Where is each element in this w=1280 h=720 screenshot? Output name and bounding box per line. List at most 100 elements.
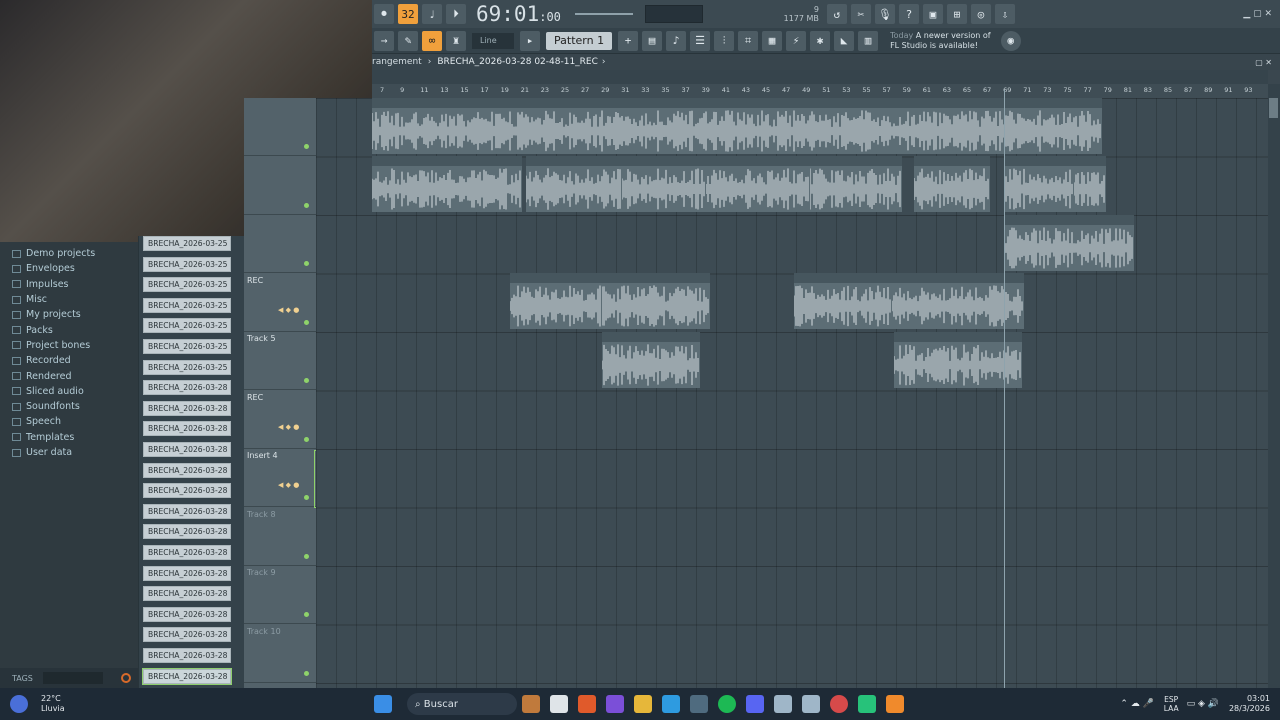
record-mode-icon[interactable]: ⏺ bbox=[374, 4, 394, 24]
horizontal-scroll[interactable] bbox=[372, 70, 1268, 84]
track-led[interactable] bbox=[304, 670, 309, 676]
track-led[interactable] bbox=[304, 144, 309, 149]
track-led[interactable] bbox=[304, 436, 309, 442]
browser-item[interactable]: Templates bbox=[0, 430, 138, 445]
save-icon[interactable]: ▣ bbox=[922, 4, 943, 24]
whatsapp-icon[interactable] bbox=[858, 695, 876, 713]
spotify-icon[interactable] bbox=[718, 695, 736, 713]
search-icon[interactable] bbox=[120, 673, 131, 683]
playlist-grid[interactable]: 26-03-19 01-48-34_REC 26-03-19 01-54-48_R… bbox=[316, 98, 1268, 688]
song-position[interactable]: 69:01:00 bbox=[476, 2, 561, 26]
playlist-window-controls[interactable]: ▢ ✕ bbox=[1255, 58, 1272, 67]
file-explorer-icon[interactable] bbox=[634, 695, 652, 713]
track-header[interactable]: Insert 4 ◀ ◆ ● bbox=[244, 449, 316, 507]
tools-icon[interactable]: ✱ bbox=[810, 30, 831, 51]
picker-clip[interactable]: BRECHA_2026-03-28 02- bbox=[143, 524, 231, 540]
audio-clip[interactable]: BRECHA_2026-03-28 02-48-11_REC bbox=[1004, 215, 1134, 271]
picker-clip[interactable]: BRECHA_2026-03-25 23- bbox=[143, 359, 231, 375]
store-icon[interactable] bbox=[690, 695, 708, 713]
browser-item[interactable]: Recorded bbox=[0, 353, 138, 368]
picker-clip[interactable]: BRECHA_2026-03-28 02- bbox=[143, 565, 231, 581]
playlist-icon[interactable]: ▤ bbox=[642, 30, 663, 51]
picker-clip[interactable]: BRECHA_2026-03-25 00- bbox=[143, 277, 231, 293]
snap-selector[interactable]: Line bbox=[472, 32, 514, 49]
browser-icon[interactable]: ▦ bbox=[762, 30, 783, 51]
marker-icon[interactable]: ◣ bbox=[834, 30, 855, 51]
mixer-view-icon[interactable]: ⫶ bbox=[714, 30, 735, 51]
undo-icon[interactable]: ↺ bbox=[826, 4, 847, 24]
audio-clip[interactable]: untitled_202..REC - Part_1 bbox=[602, 332, 700, 388]
picker-clip[interactable]: BRECHA_2026-03-28 02- bbox=[142, 667, 232, 685]
weather-icon[interactable] bbox=[10, 695, 28, 713]
browser-item[interactable]: My projects bbox=[0, 307, 138, 322]
audio-clip[interactable]: 26-03-19 01-48-34_REC bbox=[372, 98, 1102, 154]
browser-item[interactable]: Misc bbox=[0, 292, 138, 307]
browser-item[interactable]: Speech bbox=[0, 414, 138, 429]
steam-icon[interactable] bbox=[774, 695, 792, 713]
piano-roll-icon[interactable]: ♪ bbox=[666, 30, 687, 51]
picker-clip[interactable]: BRECHA_2026-03-25 00- bbox=[143, 297, 231, 313]
audio-clip[interactable]: untitled_.. - Part_2 bbox=[622, 156, 706, 212]
picker-clip[interactable]: BRECHA_2026-03-25 00- bbox=[143, 256, 231, 272]
audio-clip[interactable]: untitled_20..REC - Part_3 bbox=[810, 156, 902, 212]
track-led[interactable] bbox=[304, 612, 309, 617]
pattern-selector[interactable]: Pattern 1 bbox=[546, 31, 613, 50]
cut-icon[interactable]: ✂ bbox=[850, 4, 871, 24]
picker-clip[interactable]: BRECHA_2026-03-28 02- bbox=[143, 483, 231, 499]
picker-clip[interactable]: BRECHA_2026-03-28 01- bbox=[143, 442, 231, 457]
picker-clip[interactable]: BRECHA_2026-03-28 01- bbox=[143, 380, 231, 396]
picker-clip[interactable]: BRECHA_2026-03-28 02- bbox=[143, 503, 231, 519]
track-led[interactable] bbox=[304, 202, 309, 208]
track-led[interactable] bbox=[304, 378, 309, 383]
audio-clip[interactable]: BRECHA_..8_REC bbox=[1004, 156, 1074, 212]
browser-item[interactable]: Packs bbox=[0, 322, 138, 337]
discord-icon[interactable] bbox=[746, 695, 764, 713]
track-header[interactable]: Track 10 bbox=[244, 625, 316, 683]
audio-clip[interactable]: 26-03-19 01-54-48_REC bbox=[372, 156, 522, 212]
track-header[interactable] bbox=[244, 157, 316, 215]
task-view-icon[interactable] bbox=[550, 695, 568, 713]
picker-clip[interactable]: BRECHA_2026-03-28 02- bbox=[143, 606, 231, 622]
channel-rack-icon[interactable]: ☰ bbox=[690, 30, 711, 51]
pencil-icon[interactable]: ✎ bbox=[398, 30, 418, 51]
system-icons[interactable]: ▭ ◈ 🔊 bbox=[1187, 699, 1219, 709]
mixer-icon[interactable]: ⊞ bbox=[946, 4, 967, 24]
picker-clip[interactable]: BRECHA_2026-03-25 23- bbox=[143, 318, 231, 334]
track-led[interactable] bbox=[304, 553, 309, 559]
edge-icon[interactable] bbox=[662, 695, 680, 713]
app-icon[interactable] bbox=[606, 695, 624, 713]
download-icon[interactable]: ⇩ bbox=[994, 4, 1015, 24]
mic-icon[interactable]: 🎙 bbox=[874, 4, 895, 24]
track-header[interactable]: REC ◀ ◆ ● bbox=[244, 274, 316, 332]
plugin-icon[interactable]: ⚡ bbox=[786, 30, 807, 51]
playhead[interactable] bbox=[1004, 90, 1005, 688]
picker-clip[interactable]: BRECHA_2026-03-25 23- bbox=[143, 339, 231, 354]
picker-clip[interactable]: BRECHA_2026-03-28 02- bbox=[143, 545, 231, 560]
window-controls[interactable]: ▁ ▢ ✕ bbox=[1243, 9, 1272, 19]
language-indicator[interactable]: ESP LAA bbox=[1164, 695, 1179, 713]
taskbar-clock[interactable]: 03:01 28/3/2026 bbox=[1229, 694, 1270, 714]
audio-clip[interactable]: BRECHA_2026-0..1-58-24_REC bbox=[602, 273, 710, 329]
picker-clip[interactable]: BRECHA_2026-03-28 01- bbox=[143, 400, 231, 416]
arrow-right-icon[interactable]: → bbox=[374, 30, 394, 51]
tray-icons[interactable]: ⌃ ☁ 🎤 bbox=[1120, 699, 1153, 709]
add-pattern-icon[interactable]: + bbox=[618, 30, 639, 51]
picker-clip[interactable]: BRECHA_2026-03-28 01- bbox=[143, 462, 231, 478]
store-icon[interactable]: ▥ bbox=[858, 30, 879, 51]
audio-clip[interactable]: untitled_.. - Part_2 bbox=[914, 156, 990, 212]
timeline-ruler[interactable]: 7 9 11 13 15 17 19 21 23 25 27 29 31 33 35 37 39 41 43 45 47… bbox=[372, 84, 1268, 98]
vertical-scroll-thumb[interactable] bbox=[1269, 98, 1278, 118]
track-header[interactable]: Track 5 bbox=[244, 332, 316, 390]
audio-clip[interactable]: BRECHA_2026..54-56_REC bbox=[510, 273, 602, 329]
weather-widget[interactable]: 22°C Lluvia bbox=[41, 694, 121, 714]
track-led[interactable] bbox=[304, 319, 309, 325]
tempo-tap-icon[interactable]: 32 bbox=[398, 4, 418, 24]
pattern-prev-icon[interactable]: ▸ bbox=[520, 30, 540, 51]
picker-clip[interactable]: BRECHA_2026-03-28 02- bbox=[143, 627, 231, 643]
browser-item[interactable]: Envelopes bbox=[0, 261, 138, 276]
audio-clip[interactable]: untitled_202...REC - Part_1 bbox=[706, 156, 810, 212]
brave-icon[interactable] bbox=[578, 695, 596, 713]
track-controls[interactable]: ◀ ◆ ● bbox=[278, 481, 299, 489]
audio-clip[interactable]: untitled_20..REC - Part_3 bbox=[526, 156, 622, 212]
globe-icon[interactable]: ◉ bbox=[1000, 30, 1021, 51]
